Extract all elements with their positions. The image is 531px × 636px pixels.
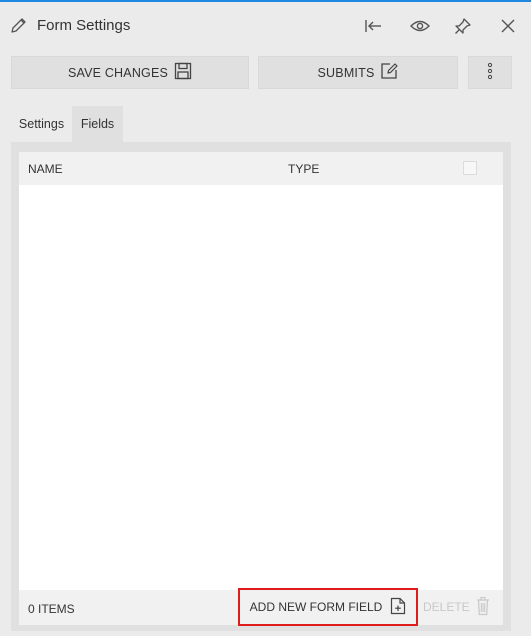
save-disk-icon [174, 62, 192, 83]
panel-header: Form Settings [0, 4, 531, 46]
trash-icon [476, 596, 490, 619]
select-all-checkbox[interactable] [463, 161, 477, 175]
grid-header: NAME TYPE [19, 152, 503, 185]
pin-icon[interactable] [449, 12, 477, 40]
delete-button[interactable]: DELETE [423, 596, 490, 618]
add-new-form-field-label: ADD NEW FORM FIELD [249, 600, 383, 614]
submits-label: SUBMITS [317, 65, 375, 80]
submits-button[interactable]: SUBMITS [258, 56, 458, 89]
close-icon[interactable] [494, 12, 522, 40]
pencil-icon [10, 16, 28, 34]
delete-label: DELETE [423, 600, 470, 614]
panel-title: Form Settings [37, 17, 131, 34]
items-count: 0 ITEMS [28, 602, 75, 616]
column-header-name[interactable]: NAME [28, 162, 63, 176]
form-settings-panel: Form Settings SAVE CHANGES SUBMITS Setti… [0, 0, 531, 636]
save-changes-label: SAVE CHANGES [67, 65, 169, 80]
collapse-left-icon[interactable] [359, 12, 387, 40]
grid-footer: 0 ITEMS ADD NEW FORM FIELD DELETE [19, 588, 503, 626]
vertical-dots-icon [487, 62, 493, 83]
fields-grid: NAME TYPE 0 ITEMS ADD NEW FORM FIELD DEL… [19, 152, 503, 626]
save-changes-button[interactable]: SAVE CHANGES [11, 56, 249, 89]
eye-icon[interactable] [406, 12, 434, 40]
tab-fields[interactable]: Fields [72, 106, 123, 142]
edit-document-icon [380, 62, 399, 83]
more-options-button[interactable] [468, 56, 512, 89]
column-header-type[interactable]: TYPE [288, 162, 319, 176]
add-new-form-field-button[interactable]: ADD NEW FORM FIELD [238, 588, 418, 626]
add-document-icon [390, 597, 406, 618]
tab-settings[interactable]: Settings [11, 106, 72, 142]
